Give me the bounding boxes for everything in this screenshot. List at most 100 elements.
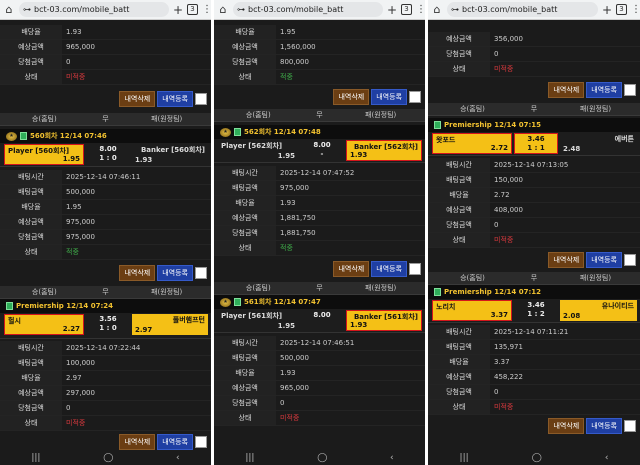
expected-value: 965,000 [66,43,95,51]
bet-selection-row: Player [562회차] 1.95 8.00 - Banker [562회차… [214,139,425,163]
select-checkbox[interactable] [624,420,636,432]
status-label: 상태 [428,400,490,414]
win-amount-value: 0 [494,221,499,229]
menu-icon[interactable]: ⋮ [416,4,425,15]
register-history-button[interactable]: 내역등록 [586,82,622,98]
away-team-name: 에버튼 [614,135,634,143]
bet-amount-label: 배팅금액 [428,340,490,354]
win-amount-label: 당첨금액 [0,401,62,415]
bet-amount-value: 100,000 [66,359,95,367]
delete-history-button[interactable]: 내역삭제 [333,261,370,277]
draw-option[interactable]: 3.56 1 : 0 [86,314,130,335]
home-icon[interactable]: ⌂ [217,3,229,16]
delete-history-button[interactable]: 내역삭제 [333,89,370,105]
select-checkbox[interactable] [195,436,207,448]
register-history-button[interactable]: 내역등록 [157,91,193,107]
bet-time-value: 2025-12-14 07:46:11 [66,173,141,181]
select-checkbox[interactable] [409,91,421,103]
draw-odds: 8.00 [99,145,117,153]
delete-history-button[interactable]: 내역삭제 [119,265,156,281]
draw-option[interactable]: 8.00 1 : 0 [86,144,130,165]
home-team-option[interactable]: Player [562회차] 1.95 [218,140,298,161]
odds-label: 배당율 [214,366,276,380]
screenshot-panel-3: ⌂ ⊶ bct-03.com/mobile_batt + 3 ⋮ 예상금액 356… [428,0,640,465]
home-button-icon[interactable]: ◯ [103,453,113,463]
register-history-button[interactable]: 내역등록 [371,261,407,277]
new-tab-icon[interactable]: + [602,3,612,17]
register-history-button[interactable]: 내역등록 [157,265,193,281]
home-button-icon[interactable]: ◯ [317,453,327,463]
bet-time-value: 2025-12-14 07:46:51 [280,339,355,347]
delete-history-button[interactable]: 내역삭제 [548,82,585,98]
score: 1 : 0 [99,324,117,332]
home-team-option[interactable]: 노리치 3.37 [432,300,512,321]
home-button-icon[interactable]: ◯ [532,453,542,463]
menu-icon[interactable]: ⋮ [631,4,640,15]
home-team-option[interactable]: 왓포드 2.72 [432,133,512,154]
win-amount-value: 1,881,750 [280,229,316,237]
register-history-button[interactable]: 내역등록 [586,418,622,434]
game-title: Premiership 12/14 07:24 [0,299,211,313]
away-team-option[interactable]: Banker [561회차] 1.93 [346,310,422,331]
new-tab-icon[interactable]: + [387,3,397,17]
recent-apps-icon[interactable]: ||| [31,453,40,463]
expected-label: 예상금액 [214,381,276,395]
status-value: 미적중 [66,73,86,81]
site-info-icon[interactable]: ⊶ [451,5,459,14]
win-amount-label: 당첨금액 [214,396,276,410]
register-history-button[interactable]: 내역등록 [371,89,407,105]
away-team-option[interactable]: 에버튼 2.48 [560,133,637,154]
home-team-option[interactable]: 헐시 2.27 [4,314,84,335]
register-history-button[interactable]: 내역등록 [586,252,622,268]
delete-history-button[interactable]: 내역삭제 [548,252,585,268]
select-checkbox[interactable] [195,93,207,105]
menu-icon[interactable]: ⋮ [202,4,211,15]
select-checkbox[interactable] [624,84,636,96]
expected-value: 1,881,750 [280,214,316,222]
delete-history-button[interactable]: 내역삭제 [119,91,156,107]
select-checkbox[interactable] [409,263,421,275]
history-actions: 내역삭제 내역등록 [0,260,211,286]
away-team-option[interactable]: 2.97 풀버햄프턴 [132,314,208,335]
register-history-button[interactable]: 내역등록 [157,434,193,450]
back-icon[interactable]: ‹ [390,453,394,463]
away-team-name: 유나이티드 [601,302,634,310]
url-text: bct-03.com/mobile_batt [248,5,344,14]
new-tab-icon[interactable]: + [173,3,183,17]
recent-apps-icon[interactable]: ||| [460,453,469,463]
home-team-option[interactable]: Player [560회차] 1.95 [4,144,84,165]
tab-count-button[interactable]: 3 [187,4,198,15]
draw-odds: 3.46 [527,135,545,143]
back-icon[interactable]: ‹ [176,453,180,463]
select-checkbox[interactable] [195,267,207,279]
address-bar[interactable]: ⊶ bct-03.com/mobile_batt [233,2,383,17]
home-icon[interactable]: ⌂ [431,3,443,16]
game-title: Premiership 12/14 07:12 [428,285,640,299]
draw-option[interactable]: 8.00 - [300,140,344,161]
android-nav-bar: ||| ◯ ‹ [428,450,640,465]
back-icon[interactable]: ‹ [605,453,609,463]
home-team-option[interactable]: Player [561회차] 1.95 [218,310,298,331]
delete-history-button[interactable]: 내역삭제 [119,434,156,450]
away-team-option[interactable]: Banker [562회차] 1.93 [346,140,422,161]
draw-option[interactable]: 3.46 1 : 2 [514,300,558,321]
away-team-option[interactable]: 유나이티드 2.08 [560,300,637,321]
draw-option[interactable]: 8.00 [300,310,344,331]
away-team-option[interactable]: 1.93 Banker [560회차] [132,144,208,165]
address-bar[interactable]: ⊶ bct-03.com/mobile_batt [19,2,169,17]
address-bar[interactable]: ⊶ bct-03.com/mobile_batt [447,2,598,17]
recent-apps-icon[interactable]: ||| [245,453,254,463]
bet-history-list: 배당율 1.95 예상금액 1,560,000 당첨금액 800,000 상태 적중 내… [214,20,425,450]
tab-count-button[interactable]: 3 [401,4,412,15]
select-checkbox[interactable] [624,254,636,266]
tab-count-button[interactable]: 3 [616,4,627,15]
expected-value: 965,000 [280,384,309,392]
expected-value: 408,000 [494,206,523,214]
home-icon[interactable]: ⌂ [3,3,15,16]
bet-time-value: 2025-12-14 07:13:05 [494,161,569,169]
draw-option[interactable]: 3.46 1 : 1 [514,133,558,154]
delete-history-button[interactable]: 내역삭제 [548,418,585,434]
bet-amount-label: 배팅금액 [0,356,62,370]
site-info-icon[interactable]: ⊶ [23,5,31,14]
site-info-icon[interactable]: ⊶ [237,5,245,14]
